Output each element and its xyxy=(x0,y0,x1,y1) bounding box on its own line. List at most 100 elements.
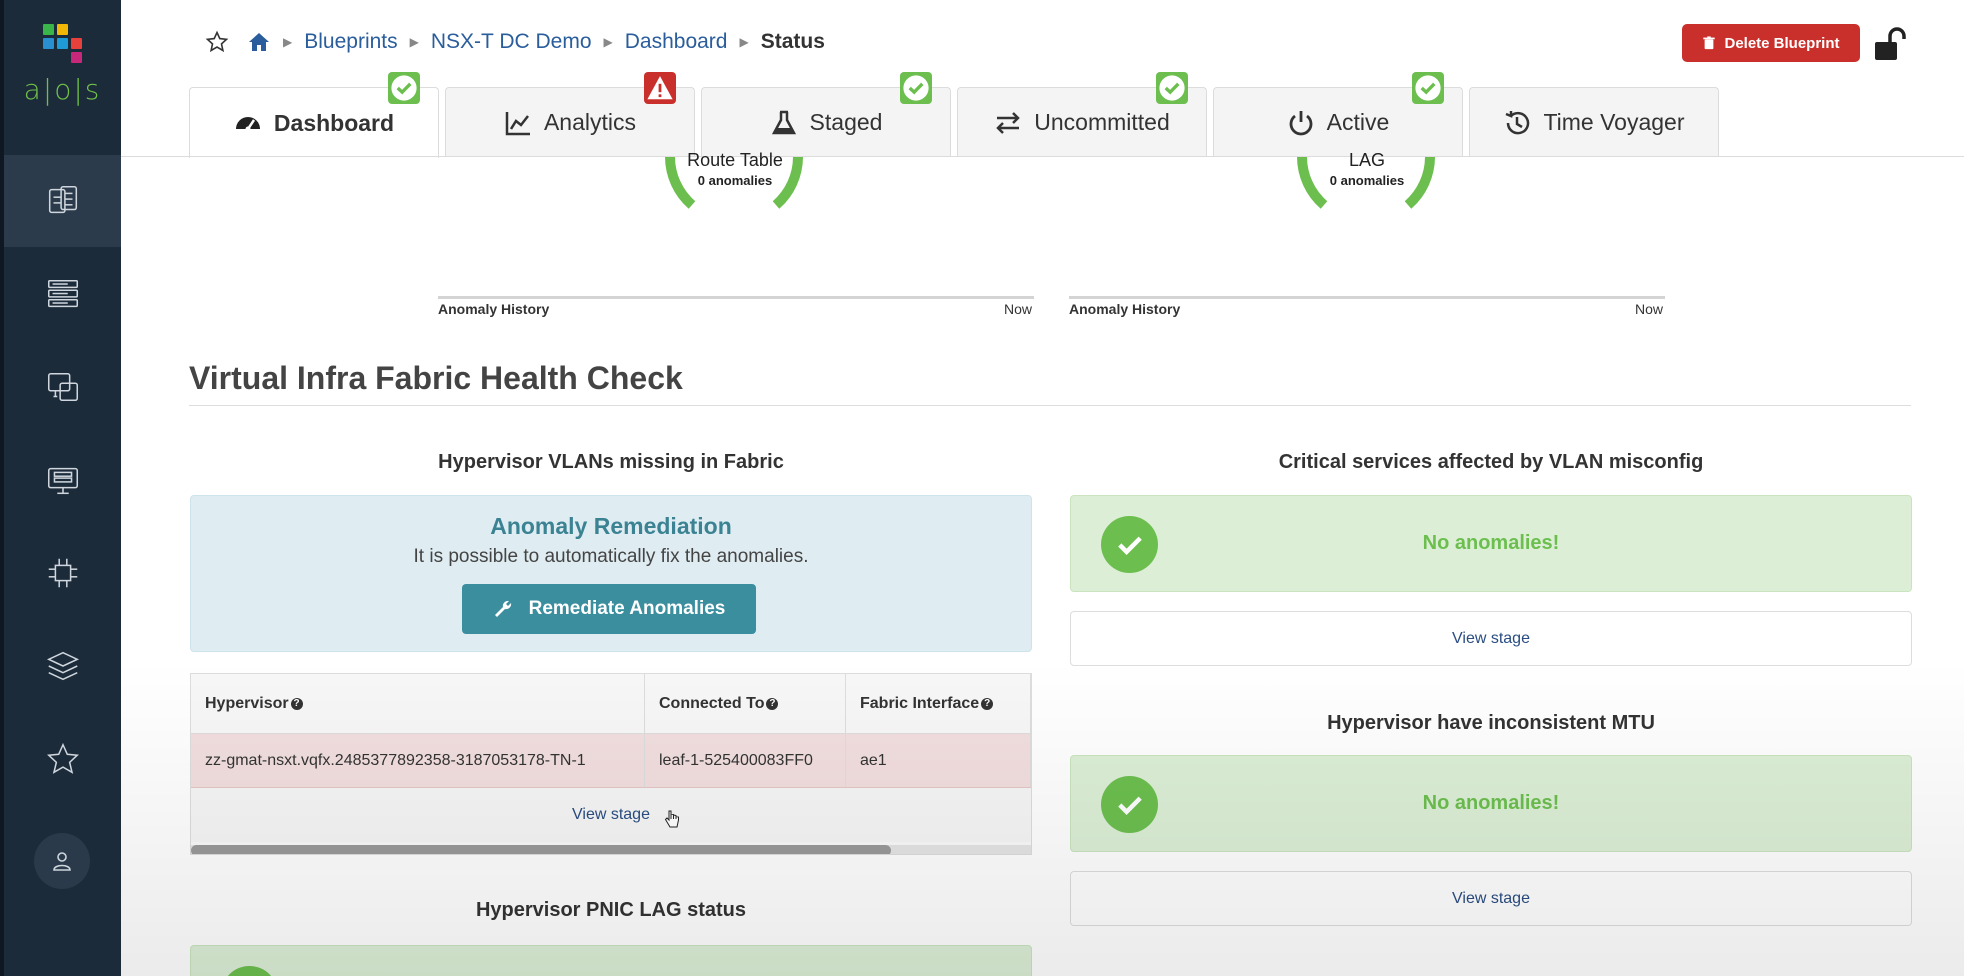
help-icon[interactable]: ? xyxy=(766,697,779,710)
check-circle-icon xyxy=(391,75,417,101)
power-icon xyxy=(1289,110,1312,135)
flask-icon xyxy=(771,110,796,134)
critical-view-stage-button[interactable]: View stage xyxy=(1070,611,1912,666)
help-icon[interactable]: ? xyxy=(290,697,303,710)
breadcrumb-dashboard[interactable]: Dashboard xyxy=(625,30,728,54)
tab-time-voyager[interactable]: Time Voyager xyxy=(1469,87,1719,157)
tab-label: Time Voyager xyxy=(1543,109,1685,135)
tab-dashboard[interactable]: Dashboard xyxy=(189,72,439,158)
table-header: Hypervisor? Connected To? Fabric Interfa… xyxy=(191,674,1032,734)
anomaly-remediation-box: Anomaly Remediation It is possible to au… xyxy=(190,495,1032,652)
tab-label: Dashboard xyxy=(273,109,395,136)
remediate-anomalies-button[interactable]: Remediate Anomalies xyxy=(462,584,756,634)
tab-analytics[interactable]: Analytics xyxy=(445,72,695,157)
section-title: Virtual Infra Fabric Health Check xyxy=(189,360,683,396)
breadcrumb-current: Status xyxy=(760,30,825,53)
delete-blueprint-label: Delete Blueprint xyxy=(1724,34,1840,52)
nav-user[interactable] xyxy=(34,833,90,889)
delete-blueprint-button[interactable]: Delete Blueprint xyxy=(1682,24,1860,62)
vlans-table: Hypervisor? Connected To? Fabric Interfa… xyxy=(190,673,1032,855)
star-icon xyxy=(46,742,79,774)
breadcrumb-blueprint-name[interactable]: NSX-T DC Demo xyxy=(431,30,592,54)
cell-hypervisor: zz-gmat-nsxt.vqfx.2485377892358-31870531… xyxy=(191,734,645,787)
tab-label: Uncommitted xyxy=(1034,109,1170,135)
breadcrumb-separator: ▶ xyxy=(739,35,749,49)
tab-staged[interactable]: Staged xyxy=(701,72,951,157)
devices-icon xyxy=(47,279,78,308)
star-outline-icon[interactable] xyxy=(205,30,229,54)
tab-label: Active xyxy=(1326,109,1390,135)
check-icon xyxy=(1101,776,1158,833)
route-table-history-label: Anomaly History xyxy=(438,301,550,317)
scrollbar-thumb[interactable] xyxy=(191,845,891,854)
logo-text: a|o|s xyxy=(23,73,102,106)
check-circle-icon xyxy=(1415,75,1441,101)
lag-history-axis xyxy=(1069,296,1665,299)
blueprint-tabs: Dashboard Analytics Staged Uncommitted A… xyxy=(189,72,1725,158)
breadcrumb-separator: ▶ xyxy=(603,35,613,49)
remediation-description: It is possible to automatically fix the … xyxy=(413,546,809,567)
table-row[interactable]: zz-gmat-nsxt.vqfx.2485377892358-31870531… xyxy=(191,734,1031,788)
warning-icon xyxy=(647,76,673,100)
critical-ok-box: No anomalies! xyxy=(1070,495,1912,592)
tab-status-ok-badge xyxy=(1156,72,1188,104)
column-label: Fabric Interface xyxy=(860,694,980,712)
tab-label: Staged xyxy=(809,109,883,135)
remediate-anomalies-label: Remediate Anomalies xyxy=(528,598,726,619)
sidebar: a|o|s xyxy=(0,0,121,976)
breadcrumb-blueprints[interactable]: Blueprints xyxy=(304,30,397,54)
remediation-title: Anomaly Remediation xyxy=(490,513,732,539)
check-icon xyxy=(221,966,278,976)
logo-grid xyxy=(43,24,82,63)
tab-label: Analytics xyxy=(543,109,637,135)
wrench-icon xyxy=(494,600,511,617)
column-label: Hypervisor xyxy=(205,694,289,712)
route-table-gauge-anomalies: 0 anomalies xyxy=(697,173,773,188)
nav-favorites[interactable] xyxy=(4,713,121,805)
aos-logo[interactable]: a|o|s xyxy=(4,0,121,155)
lag-gauge-label: LAG xyxy=(1348,150,1386,170)
column-label: Connected To xyxy=(659,694,765,712)
column-header-connected-to[interactable]: Connected To? xyxy=(645,674,846,733)
help-icon[interactable]: ? xyxy=(981,697,994,710)
breadcrumb: ▶ Blueprints ▶ NSX-T DC Demo ▶ Dashboard… xyxy=(205,30,825,54)
lag-history-label: Anomaly History xyxy=(1069,301,1181,317)
column-header-more[interactable] xyxy=(1031,674,1032,733)
history-icon xyxy=(1506,110,1530,134)
cell-fabric-interface: ae1 xyxy=(846,734,1031,787)
vlans-view-stage-link[interactable]: View stage xyxy=(191,788,1031,842)
table-horizontal-scrollbar[interactable] xyxy=(191,845,1031,854)
tabs-divider xyxy=(121,156,1964,157)
pnic-panel-title: Hypervisor PNIC LAG status xyxy=(475,899,747,921)
resources-icon xyxy=(47,467,78,495)
home-icon[interactable] xyxy=(247,30,271,54)
unlock-icon[interactable] xyxy=(1872,26,1908,62)
nav-design[interactable] xyxy=(4,341,121,433)
section-divider xyxy=(189,405,1911,406)
breadcrumb-separator: ▶ xyxy=(283,35,293,49)
speedometer-icon xyxy=(235,117,260,132)
hand-cursor-icon xyxy=(664,810,679,828)
tab-uncommitted[interactable]: Uncommitted xyxy=(957,72,1207,157)
mtu-view-stage-button[interactable]: View stage xyxy=(1070,871,1912,926)
nav-platform[interactable] xyxy=(4,620,121,712)
nav-devices[interactable] xyxy=(4,248,121,340)
column-header-fabric-interface[interactable]: Fabric Interface? xyxy=(846,674,1031,733)
mtu-ok-box: No anomalies! xyxy=(1070,755,1912,852)
user-icon xyxy=(53,852,71,871)
critical-panel-title: Critical services affected by VLAN misco… xyxy=(1278,451,1704,473)
nav-external-systems[interactable] xyxy=(4,527,121,619)
lag-history-now: Now xyxy=(1635,301,1664,317)
column-header-hypervisor[interactable]: Hypervisor? xyxy=(191,674,645,733)
tab-active[interactable]: Active xyxy=(1213,72,1463,157)
chart-icon xyxy=(505,111,530,135)
route-table-gauge-label: Route Table xyxy=(687,150,783,170)
no-anomalies-text: No anomalies! xyxy=(1422,532,1560,554)
nav-blueprints[interactable] xyxy=(4,155,121,247)
blueprints-icon xyxy=(48,185,77,214)
lag-gauge-anomalies: 0 anomalies xyxy=(1329,173,1405,188)
nav-resources[interactable] xyxy=(4,434,121,526)
mtu-panel-title: Hypervisor have inconsistent MTU xyxy=(1327,712,1655,734)
tab-status-ok-badge xyxy=(900,72,932,104)
breadcrumb-separator: ▶ xyxy=(409,35,419,49)
